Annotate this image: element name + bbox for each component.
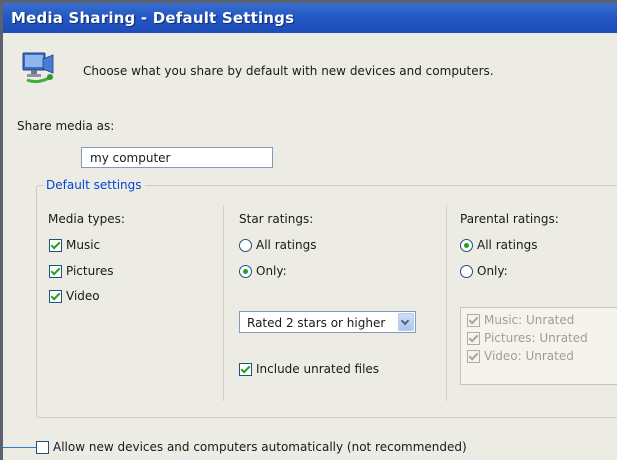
pictures-checkbox[interactable]: Pictures (49, 264, 114, 278)
share-media-label: Share media as: (17, 119, 115, 133)
default-settings-legend: Default settings (43, 178, 145, 192)
star-only-label: Only: (256, 264, 287, 278)
media-types-label: Media types: (48, 212, 125, 226)
parental-only-radio[interactable]: Only: (460, 264, 508, 278)
music-unrated-label: Music: Unrated (484, 313, 575, 327)
radio-circle (460, 264, 473, 278)
checkbox-box (49, 238, 62, 252)
title-bar[interactable]: Media Sharing - Default Settings (3, 3, 617, 33)
video-checkbox[interactable]: Video (49, 289, 100, 303)
intro-text: Choose what you share by default with ne… (83, 64, 494, 78)
star-rating-dropdown[interactable]: Rated 2 stars or higher (239, 311, 416, 333)
music-unrated-item: Music: Unrated (467, 313, 574, 327)
parental-ratings-label: Parental ratings: (460, 212, 559, 226)
column-divider (223, 205, 224, 401)
include-unrated-label: Include unrated files (256, 362, 380, 376)
allow-auto-label: Allow new devices and computers automati… (53, 440, 467, 454)
checkbox-box (239, 362, 252, 376)
music-checkbox[interactable]: Music (49, 238, 100, 252)
chevron-down-icon[interactable] (398, 313, 414, 331)
video-unrated-label: Video: Unrated (484, 349, 574, 363)
callout-line (3, 447, 36, 448)
include-unrated-checkbox[interactable]: Include unrated files (239, 362, 379, 376)
media-sharing-icon (19, 47, 59, 87)
window-title: Media Sharing - Default Settings (11, 9, 295, 27)
checkbox-box (49, 264, 62, 278)
radio-circle (239, 238, 252, 252)
video-unrated-item: Video: Unrated (467, 349, 574, 363)
allow-auto-checkbox[interactable]: Allow new devices and computers automati… (36, 440, 467, 454)
star-rating-dropdown-value: Rated 2 stars or higher (247, 316, 386, 330)
star-ratings-label: Star ratings: (239, 212, 314, 226)
checkbox-box (36, 440, 49, 454)
media-sharing-window: Media Sharing - Default Settings Choose … (0, 0, 617, 460)
star-all-ratings-radio[interactable]: All ratings (239, 238, 317, 252)
video-label: Video (66, 289, 100, 303)
parental-only-label: Only: (477, 264, 508, 278)
radio-circle (460, 238, 473, 252)
pictures-label: Pictures (66, 264, 114, 278)
pictures-unrated-item: Pictures: Unrated (467, 331, 588, 345)
share-media-name-input[interactable] (81, 147, 273, 168)
checkbox-box (467, 349, 480, 363)
pictures-unrated-label: Pictures: Unrated (484, 331, 588, 345)
parental-all-ratings-label: All ratings (477, 238, 538, 252)
star-all-ratings-label: All ratings (256, 238, 317, 252)
radio-circle (239, 264, 252, 278)
checkbox-box (49, 289, 62, 303)
checkbox-box (467, 313, 480, 327)
parental-ratings-list: Music: Unrated Pictures: Unrated Video: … (460, 307, 617, 385)
star-only-radio[interactable]: Only: (239, 264, 287, 278)
column-divider (446, 205, 447, 401)
music-label: Music (66, 238, 101, 252)
parental-all-ratings-radio[interactable]: All ratings (460, 238, 538, 252)
checkbox-box (467, 331, 480, 345)
